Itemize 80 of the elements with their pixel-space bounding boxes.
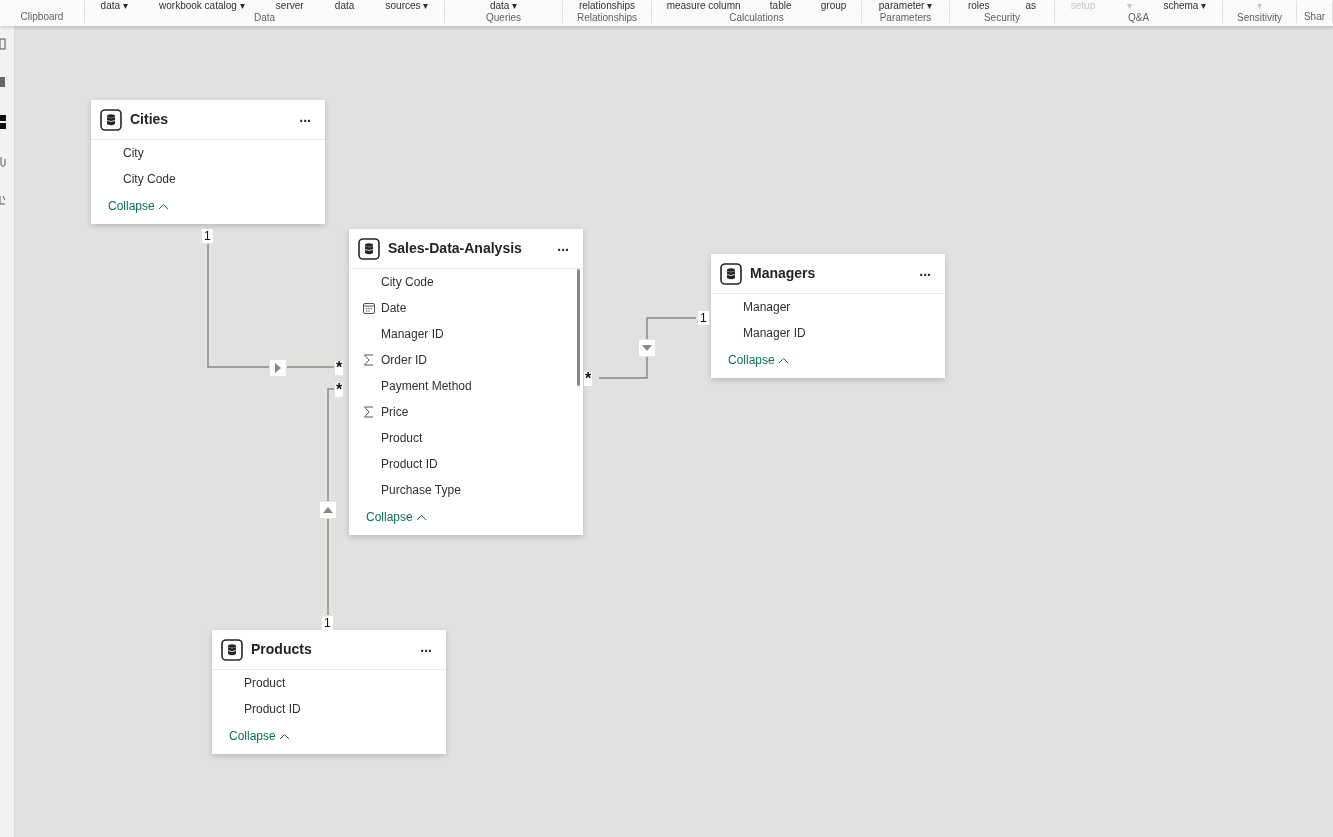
field-name[interactable]: City [123,144,144,162]
cardinality-label: 1 [698,311,709,325]
more-options-button[interactable]: ... [917,263,933,284]
cardinality-label: 1 [202,229,213,243]
table-card[interactable]: Products ... Product Product ID Collapse [212,630,446,754]
field-name[interactable]: City Code [381,273,434,291]
field-name[interactable]: Date [381,299,407,317]
field-name[interactable]: Manager ID [381,325,444,343]
ribbon-button[interactable]: table [769,1,792,11]
ribbon-group-label: Shar [1302,11,1327,23]
ribbon-button[interactable]: roles [967,1,990,11]
collapse-button[interactable]: Collapse [366,508,427,526]
table-title: Cities [130,110,169,129]
field-name[interactable]: Order ID [381,351,427,369]
ribbon-button[interactable]: data [334,1,355,11]
relationship-line[interactable] [598,356,648,379]
scrollbar-thumb[interactable] [577,269,580,386]
ribbon-button[interactable]: schema ▾ [1163,1,1207,11]
relationship-line[interactable] [207,243,270,368]
chevron-up-icon [777,356,789,364]
field-name[interactable]: Product [381,429,423,447]
cardinality-label: * [335,361,344,375]
field-name[interactable]: Manager [743,298,791,316]
field-name[interactable]: Price [381,403,409,421]
collapse-button[interactable]: Collapse [108,197,169,215]
relationship-line[interactable] [286,366,335,368]
ribbon-group-label: Sensitivity [1236,12,1283,24]
more-options-button[interactable]: ... [418,639,434,660]
ribbon-button[interactable]: workbook catalog ▾ [159,1,245,11]
ribbon-group-label: Calculations [728,12,785,24]
field-name[interactable]: City Code [123,170,176,188]
more-options-button[interactable]: ... [555,238,571,259]
table-card[interactable]: Sales-Data-Analysis ... City Code Date Manager ID Order ID Payment Method Price Product Product ID Purchase Type Collapse [349,229,583,535]
chevron-up-icon [415,513,427,521]
database-icon [221,638,243,661]
relationship-line[interactable] [646,317,697,340]
ribbon-button[interactable]: group [820,1,847,11]
ribbon-button[interactable]: data ▾ [100,1,128,11]
collapse-button[interactable]: Collapse [229,727,290,745]
table-title: Sales-Data-Analysis [388,239,522,258]
cardinality-label: * [584,372,593,386]
ribbon-group-label: Data [252,12,277,24]
ribbon-group-label: Parameters [878,12,933,24]
database-icon [358,237,380,260]
table-title: Managers [750,264,816,283]
ribbon-group-label: Queries [485,12,522,24]
database-icon [720,262,742,285]
ribbon-button[interactable]: relationships [578,1,636,11]
field-name[interactable]: Product ID [244,700,301,718]
ribbon-button[interactable]: sources ▾ [385,1,429,11]
relationship-line[interactable] [327,388,335,502]
ribbon-button[interactable]: parameter ▾ [878,1,933,11]
ribbon-group-label: Security [982,12,1022,24]
cardinality-label: 1 [322,616,333,630]
field-name[interactable]: Product [244,674,286,692]
sigma-icon [363,406,375,418]
sigma-icon [363,354,375,366]
cardinality-label: * [335,383,344,397]
calendar-icon [363,302,375,314]
ribbon-button[interactable]: as [1025,1,1037,11]
chevron-up-icon [157,202,169,210]
ribbon-group-label: Relationships [575,12,638,24]
table-card[interactable]: Managers ... Manager Manager ID Collapse [711,254,945,378]
field-name[interactable]: Purchase Type [381,481,461,499]
field-name[interactable]: Payment Method [381,377,472,395]
field-name[interactable]: Manager ID [743,324,806,342]
collapse-button[interactable]: Collapse [728,351,789,369]
chevron-up-icon [278,732,290,740]
ribbon-button[interactable]: measure column [666,1,741,11]
relationship-line[interactable] [327,518,329,616]
table-card[interactable]: Cities ... City City Code Collapse [91,100,325,224]
database-icon [100,108,122,131]
table-title: Products [251,640,312,659]
more-options-button[interactable]: ... [297,109,313,130]
ribbon-button[interactable]: server [275,1,304,11]
ribbon-button[interactable]: data ▾ [489,1,518,11]
sidebar-icon[interactable] [0,114,6,130]
ribbon-group-label: Clipboard [19,11,65,23]
ribbon-group-label: Q&A [1126,12,1151,24]
field-name[interactable]: Product ID [381,455,438,473]
